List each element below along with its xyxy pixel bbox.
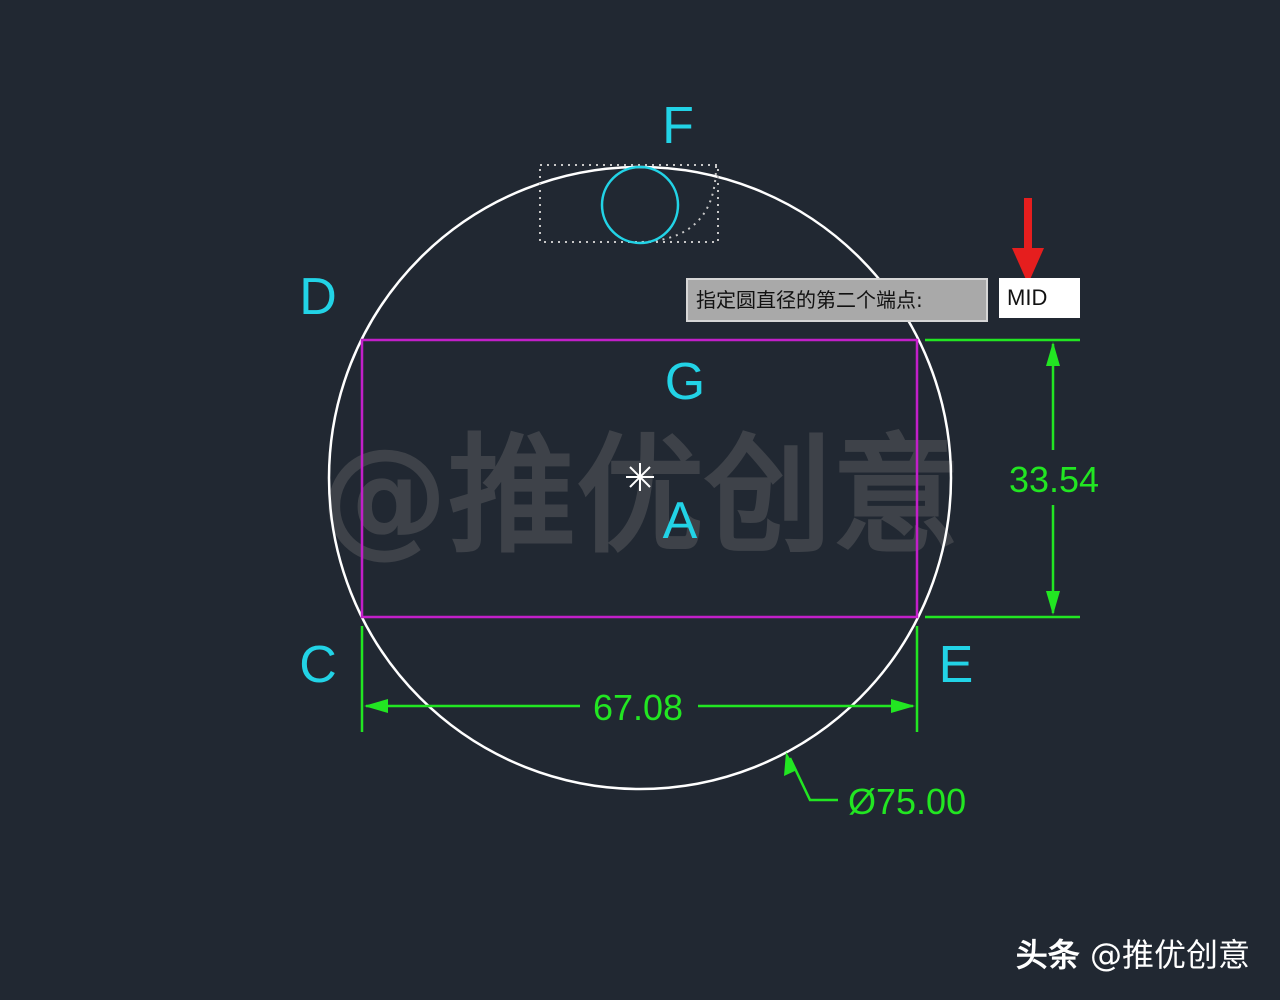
label-e: E — [939, 636, 974, 694]
width-dimension-text: 67.08 — [593, 687, 683, 728]
footer-watermark: 头条 @推优创意 — [1016, 930, 1250, 976]
diameter-leader[interactable] — [784, 752, 838, 802]
small-cyan-circle[interactable] — [600, 165, 680, 245]
label-g: G — [665, 353, 705, 411]
footer-handle: @推优创意 — [1089, 936, 1250, 974]
label-a: A — [663, 492, 698, 550]
watermark-text: @推优创意 — [320, 422, 960, 571]
footer-brand: 头条 — [1015, 936, 1080, 974]
label-f: F — [662, 97, 694, 155]
height-dimension-text: 33.54 — [1009, 459, 1099, 500]
command-prompt-tooltip: 指定圆直径的第二个端点: — [686, 278, 988, 322]
asterisk-snap-icon — [626, 463, 654, 491]
label-c: C — [299, 636, 337, 694]
drawing-svg[interactable]: @推优创意 F D G A C E 33.54 67.08 Ø75.00 — [0, 0, 1280, 1000]
cad-drawing-canvas[interactable]: @推优创意 F D G A C E 33.54 67.08 Ø75.00 指定圆… — [0, 0, 1280, 1000]
dynamic-input-field[interactable]: MID — [999, 278, 1080, 318]
label-d: D — [299, 268, 337, 326]
red-arrow-icon — [1012, 198, 1044, 284]
diameter-dimension-text: Ø75.00 — [848, 781, 966, 822]
